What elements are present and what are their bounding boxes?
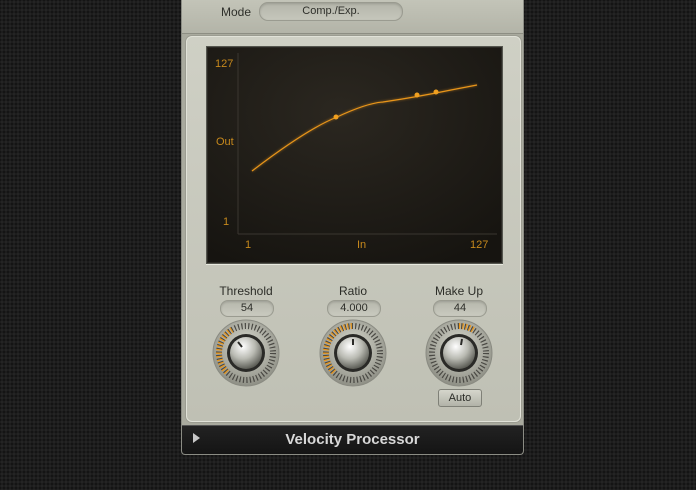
- threshold-value[interactable]: 54: [220, 300, 274, 317]
- makeup-knob[interactable]: [425, 319, 493, 387]
- x-min-label: 1: [245, 239, 251, 251]
- plugin-title: Velocity Processor: [285, 431, 420, 448]
- x-max-label: 127: [470, 239, 488, 251]
- y-axis-title: Out: [216, 136, 234, 148]
- curve-point[interactable]: [414, 92, 420, 98]
- mode-label: Mode: [221, 5, 252, 19]
- y-max-label: 127: [215, 58, 233, 70]
- mode-bar: Mode Comp./Exp.: [182, 0, 523, 34]
- ratio-knob[interactable]: [319, 319, 387, 387]
- threshold-label: Threshold: [219, 284, 273, 298]
- velocity-curve-graph[interactable]: 127 Out 1 1 In 127: [206, 46, 503, 264]
- ratio-value[interactable]: 4.000: [327, 300, 381, 317]
- threshold-knob[interactable]: [212, 319, 280, 387]
- mode-select[interactable]: Comp./Exp.: [259, 2, 403, 21]
- curve-point[interactable]: [333, 114, 339, 120]
- ratio-label: Ratio: [338, 284, 367, 298]
- makeup-label: Make Up: [434, 284, 484, 298]
- curve-point[interactable]: [433, 89, 439, 95]
- y-min-label: 1: [223, 216, 229, 228]
- velocity-processor-plugin: Mode Comp./Exp. 127 Out 1 1 In 127 Thres…: [181, 0, 524, 455]
- auto-button[interactable]: Auto: [438, 389, 482, 407]
- main-panel: 127 Out 1 1 In 127 Threshold 54 Ratio 4.…: [186, 36, 521, 422]
- footer-bar: Velocity Processor: [182, 425, 523, 454]
- x-axis-title: In: [357, 239, 366, 251]
- makeup-value[interactable]: 44: [433, 300, 487, 317]
